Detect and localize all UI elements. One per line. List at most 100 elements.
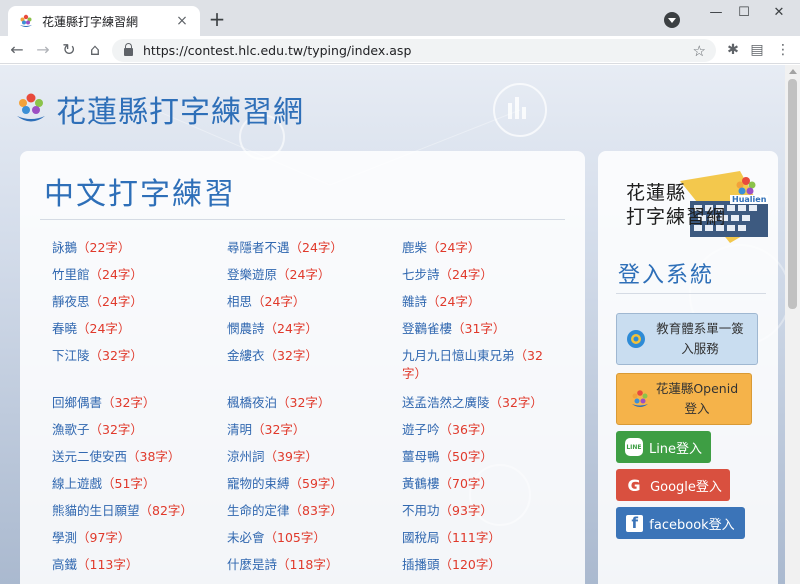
practice-item-link[interactable]: 學測（97字） bbox=[52, 529, 202, 547]
practice-item-link[interactable]: 高鐵（113字） bbox=[52, 556, 202, 574]
hualien-flower-icon bbox=[630, 389, 650, 409]
practice-item-count: （118字） bbox=[277, 557, 339, 572]
practice-item-count: （83字） bbox=[289, 503, 343, 518]
new-tab-button[interactable]: + bbox=[207, 9, 227, 29]
practice-item-count: （51字） bbox=[102, 476, 156, 491]
browser-menu-icon[interactable]: ⋮ bbox=[774, 42, 792, 58]
practice-item-link[interactable]: 靜夜思（24字） bbox=[52, 293, 202, 311]
practice-item-link[interactable]: 不用功（93字） bbox=[402, 502, 552, 520]
practice-item-link[interactable]: 漁歌子（32字） bbox=[52, 421, 202, 439]
site-logo-icon[interactable] bbox=[14, 91, 48, 127]
browser-tab[interactable]: 花蓮縣打字練習網 × bbox=[8, 6, 200, 36]
practice-item-count: （111字） bbox=[439, 530, 501, 545]
hualien-openid-login-button[interactable]: 花蓮縣Openid 登入 bbox=[616, 373, 752, 425]
practice-item-link[interactable]: 竹里館（24字） bbox=[52, 266, 202, 284]
practice-item-title: 送元二使安西 bbox=[52, 449, 128, 464]
practice-item-link[interactable]: 尋隱者不遇（24字） bbox=[227, 239, 377, 257]
scrollbar-thumb[interactable] bbox=[788, 79, 797, 309]
page-scrollbar[interactable] bbox=[785, 65, 800, 584]
moe-sso-login-button[interactable]: 教育體系單一簽入服務 bbox=[616, 313, 758, 365]
practice-item-link[interactable]: 登鸛雀樓（31字） bbox=[402, 320, 552, 338]
bookmark-star-icon[interactable]: ☆ bbox=[693, 42, 706, 60]
practice-item-title: 鹿柴 bbox=[402, 240, 428, 255]
practice-item-title: 學測 bbox=[52, 530, 78, 545]
site-title[interactable]: 花蓮縣打字練習網 bbox=[56, 87, 304, 131]
home-icon[interactable]: ⌂ bbox=[84, 39, 106, 61]
practice-item-link[interactable]: 生命的定律（83字） bbox=[227, 502, 377, 520]
practice-item-count: （32字） bbox=[102, 395, 156, 410]
practice-item-title: 登樂遊原 bbox=[227, 267, 278, 282]
facebook-icon: f bbox=[626, 514, 644, 532]
practice-item-count: （32字） bbox=[264, 348, 318, 363]
url-text[interactable]: https://contest.hlc.edu.tw/typing/index.… bbox=[143, 43, 693, 58]
practice-item-link[interactable]: 送元二使安西（38字） bbox=[52, 448, 202, 466]
maximize-button[interactable]: ☐ bbox=[730, 2, 758, 24]
practice-item-link[interactable]: 線上遊戲（51字） bbox=[52, 475, 202, 493]
practice-item-title: 相思 bbox=[227, 294, 253, 309]
scroll-up-arrow-icon[interactable] bbox=[789, 69, 797, 74]
practice-item-count: （59字） bbox=[289, 476, 343, 491]
practice-item-count: （70字） bbox=[439, 476, 493, 491]
forward-arrow-icon[interactable]: → bbox=[32, 39, 54, 61]
practice-item-count: （24字） bbox=[89, 267, 143, 282]
minimize-button[interactable]: — bbox=[702, 2, 730, 24]
facebook-login-label: facebook登入 bbox=[649, 517, 735, 533]
practice-item-title: 七步詩 bbox=[402, 267, 440, 282]
practice-item-title: 雜詩 bbox=[402, 294, 428, 309]
reload-icon[interactable]: ↻ bbox=[58, 39, 80, 61]
practice-item-link[interactable]: 春曉（24字） bbox=[52, 320, 202, 338]
practice-item-title: 回鄉偶書 bbox=[52, 395, 103, 410]
practice-item-count: （24字） bbox=[77, 321, 131, 336]
back-arrow-icon[interactable]: ← bbox=[6, 39, 28, 61]
practice-item-link[interactable]: 送孟浩然之廣陵（32字） bbox=[402, 394, 552, 412]
practice-item-link[interactable]: 什麼是詩（118字） bbox=[227, 556, 377, 574]
practice-item-link[interactable]: 七步詩（24字） bbox=[402, 266, 552, 284]
facebook-login-button[interactable]: f facebook登入 bbox=[616, 507, 745, 539]
google-icon: G bbox=[627, 475, 641, 495]
line-icon-text: LINE bbox=[626, 443, 642, 451]
extensions-puzzle-icon[interactable]: ✱ bbox=[724, 42, 742, 58]
tab-title: 花蓮縣打字練習網 bbox=[42, 14, 139, 29]
practice-item-link[interactable]: 登樂遊原（24字） bbox=[227, 266, 377, 284]
practice-item-link[interactable]: 國稅局（111字） bbox=[402, 529, 552, 547]
practice-item-link[interactable]: 相思（24字） bbox=[227, 293, 377, 311]
practice-item-link[interactable]: 遊子吟（36字） bbox=[402, 421, 552, 439]
practice-item-link[interactable]: 金縷衣（32字） bbox=[227, 347, 377, 365]
practice-item-title: 遊子吟 bbox=[402, 422, 440, 437]
practice-item-link[interactable]: 下江陵（32字） bbox=[52, 347, 202, 365]
practice-item-count: （32字） bbox=[89, 348, 143, 363]
profile-menu-icon[interactable] bbox=[664, 12, 680, 28]
practice-item-link[interactable]: 熊貓的生日願望（82字） bbox=[52, 502, 202, 520]
practice-item-title: 未必會 bbox=[227, 530, 265, 545]
practice-item-link[interactable]: 回鄉偶書（32字） bbox=[52, 394, 202, 412]
close-window-button[interactable]: ✕ bbox=[765, 2, 793, 24]
practice-item-link[interactable]: 寵物的束縛（59字） bbox=[227, 475, 377, 493]
practice-item-count: （32字） bbox=[489, 395, 543, 410]
practice-item-link[interactable]: 清明（32字） bbox=[227, 421, 377, 439]
practice-item-link[interactable]: 鹿柴（24字） bbox=[402, 239, 552, 257]
google-login-button[interactable]: G Google登入 bbox=[616, 469, 730, 501]
practice-item-link[interactable]: 未必會（105字） bbox=[227, 529, 377, 547]
practice-item-link[interactable]: 黃鶴樓（70字） bbox=[402, 475, 552, 493]
practice-item-count: （32字） bbox=[277, 395, 331, 410]
reading-list-icon[interactable]: ▤ bbox=[748, 42, 766, 58]
lock-icon bbox=[124, 43, 133, 56]
address-bar[interactable]: https://contest.hlc.edu.tw/typing/index.… bbox=[112, 39, 716, 62]
practice-item-link[interactable]: 九月九日憶山東兄弟（32字） bbox=[402, 347, 552, 383]
site-header: 花蓮縣打字練習網 bbox=[14, 87, 304, 131]
practice-item-link[interactable]: 薑母鴨（50字） bbox=[402, 448, 552, 466]
practice-item-link[interactable]: 憫農詩（24字） bbox=[227, 320, 377, 338]
line-login-button[interactable]: LINE Line登入 bbox=[616, 431, 711, 463]
login-title: 登入系統 bbox=[618, 263, 715, 288]
practice-item-link[interactable]: 雜詩（24字） bbox=[402, 293, 552, 311]
practice-item-link[interactable]: 楓橋夜泊（32字） bbox=[227, 394, 377, 412]
practice-item-title: 薑母鴨 bbox=[402, 449, 440, 464]
side-logo-line1: 花蓮縣 bbox=[626, 182, 687, 204]
tab-close-icon[interactable]: × bbox=[174, 13, 190, 29]
practice-item-title: 九月九日憶山東兄弟 bbox=[402, 348, 515, 363]
practice-item-link[interactable]: 涼州詞（39字） bbox=[227, 448, 377, 466]
practice-item-link[interactable]: 詠鵝（22字） bbox=[52, 239, 202, 257]
practice-item-link[interactable]: 插播頭（120字） bbox=[402, 556, 552, 574]
practice-item-count: （105字） bbox=[264, 530, 326, 545]
practice-item-title: 線上遊戲 bbox=[52, 476, 103, 491]
